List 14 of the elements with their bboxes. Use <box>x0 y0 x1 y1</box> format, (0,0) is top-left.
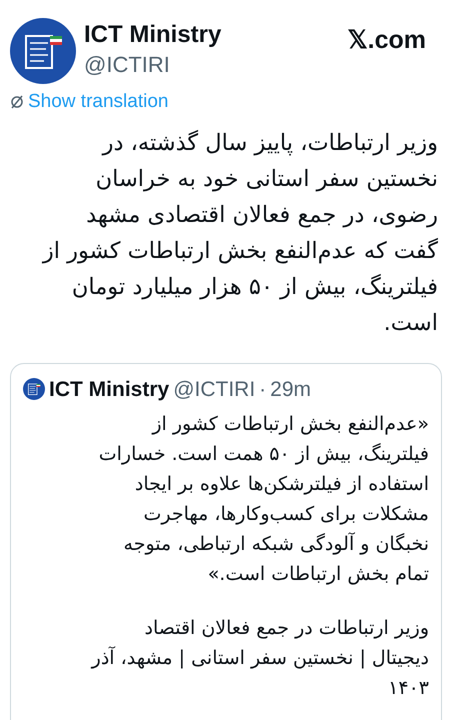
quoted-author-name: ICT Ministry <box>49 376 170 402</box>
author-handle[interactable]: @ICTIRI <box>84 48 222 82</box>
author-name[interactable]: ICT Ministry <box>84 22 222 48</box>
quoted-post-text: وزیر ارتباطات در جمع فعالان اقتصاد دیجیتال | نخستین سفر استانی | مشهد، آذر ۱۴۰۳ <box>90 616 429 701</box>
site-label: 𝕏.com <box>348 25 426 56</box>
post-time: 29m <box>270 376 312 402</box>
avatar-icon <box>10 18 76 84</box>
separator-dot: · <box>259 376 266 402</box>
quoted-author-handle: @ICTIRI <box>173 376 256 402</box>
quoted-post-text: «عدم‌النفع بخش ارتباطات کشور از فیلترینگ، بیش از ۵۰ همت است. خسارات استفاده از فیلترشکن‌ها علاوه بر ایجاد مشکلات برای کسب‌وکارها، مهاجرت نخبگان و آلودگی شبکه ارتباطی، متوجه تمام بخش ارتباطات است.» <box>98 412 429 587</box>
avatar-icon <box>23 378 45 400</box>
translate-icon <box>10 95 24 110</box>
quoted-post-card[interactable] <box>10 362 442 720</box>
post-text: وزیر ارتباطات، پاییز سال گذشته، در نخستین سفر استانی خود به خراسان رضوی، در جمع فعالان اقتصادی مشهد گفت که عدم‌النفع بخش ارتباطات کشور از فیلترینگ، بیش از ۵۰ هزار میلیارد تومان است. <box>41 128 438 338</box>
